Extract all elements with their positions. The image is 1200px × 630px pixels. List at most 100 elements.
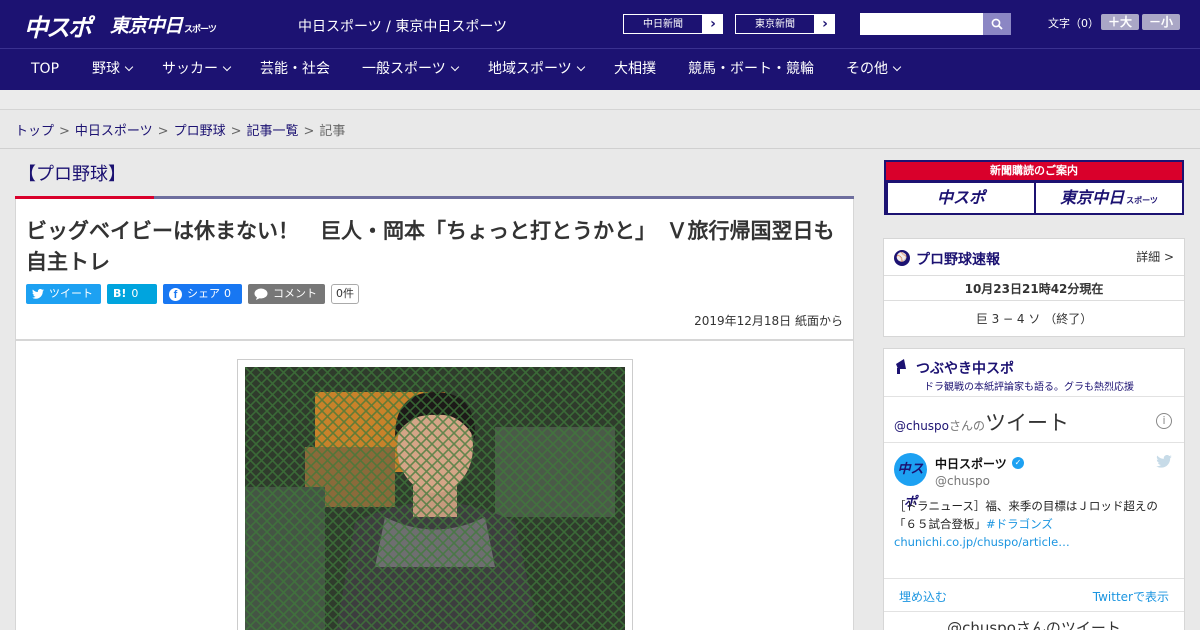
- chevron-down-icon: [222, 62, 232, 72]
- breadcrumb-separator: >: [230, 124, 242, 139]
- tweet-hashtag[interactable]: #ドラゴンズ: [986, 517, 1053, 531]
- nav-item-top[interactable]: TOP: [31, 49, 59, 90]
- baseball-score-widget: ⚾ プロ野球速報 詳細 > 10月23日21時42分現在 巨 3 − 4 ソ （…: [883, 238, 1185, 337]
- nav-item-entertainment[interactable]: 芸能・社会: [260, 49, 330, 90]
- chevron-down-icon: [892, 62, 902, 72]
- site-name-link[interactable]: 中日スポーツ / 東京中日スポーツ: [298, 16, 507, 36]
- breadcrumb-link-pro-baseball[interactable]: プロ野球: [174, 124, 226, 139]
- chevron-right-icon: ›: [710, 16, 716, 32]
- search-icon: [991, 18, 1003, 30]
- divider: [884, 275, 1184, 276]
- comment-count: 0件: [331, 284, 359, 304]
- baseball-icon: ⚾: [894, 250, 910, 266]
- timeline-handle[interactable]: @chuspo: [894, 419, 949, 433]
- nav-item-other[interactable]: その他: [846, 49, 902, 90]
- comment-button[interactable]: コメント: [248, 284, 325, 304]
- search-input[interactable]: [860, 13, 983, 35]
- tokyo-chunichi-logo-sub: スポーツ: [184, 25, 217, 35]
- chunichi-shimbun-label: 中日新聞: [623, 14, 703, 34]
- divider: [0, 148, 1200, 149]
- tokyo-chunichi-logo-text: 東京中日: [110, 15, 183, 37]
- tsubuyaki-widget: つぶやき中スポ ドラ観戦の本紙評論家も語る。グラも熱烈応援 @chuspoさんの…: [883, 348, 1185, 630]
- main-nav: TOP 野球 サッカー 芸能・社会 一般スポーツ 地域スポーツ 大相撲 競馬・ボ…: [0, 48, 1200, 90]
- divider: [884, 442, 1184, 443]
- facebook-icon: f: [169, 287, 182, 301]
- subscription-banner[interactable]: 新聞購読のご案内 中スポ 東京中日 スポーツ: [884, 160, 1184, 215]
- nav-item-sumo[interactable]: 大相撲: [614, 49, 656, 90]
- timeline-footer[interactable]: @chuspoさんのツイート: [884, 617, 1184, 630]
- subscribe-tokyo-chunichi-label: 東京中日: [1060, 188, 1125, 207]
- breadcrumb-link-top[interactable]: トップ: [15, 124, 54, 139]
- subscription-banner-title: 新聞購読のご案内: [886, 162, 1182, 180]
- info-icon[interactable]: i: [1156, 413, 1172, 429]
- hatena-bookmark-button[interactable]: B! 0: [107, 284, 157, 304]
- subscribe-tokyo-chunichi-sub: スポーツ: [1126, 196, 1158, 205]
- nav-item-label: 競馬・ボート・競輪: [688, 61, 814, 77]
- tweet-text: ［ドラニュース］福、来季の目標はＪロッド超えの「６５試合登板」#ドラゴンズ ch…: [894, 497, 1179, 551]
- nav-item-racing[interactable]: 競馬・ボート・競輪: [688, 49, 814, 90]
- nav-item-label: サッカー: [162, 61, 218, 77]
- nav-item-label: TOP: [31, 61, 60, 77]
- score-result[interactable]: 巨 3 − 4 ソ （終了）: [884, 310, 1184, 327]
- top-header: 中スポ 東京中日 スポーツ 中日スポーツ / 東京中日スポーツ 中日新聞 › 東京…: [0, 0, 1200, 48]
- divider: [884, 396, 1184, 397]
- tokyo-shimbun-label: 東京新聞: [735, 14, 815, 34]
- nav-item-label: 芸能・社会: [260, 61, 330, 77]
- nav-item-label: 一般スポーツ: [362, 61, 446, 77]
- nav-item-label: 大相撲: [614, 61, 656, 77]
- breadcrumb-link-chuspo[interactable]: 中日スポーツ: [75, 124, 153, 139]
- article-photo[interactable]: [245, 367, 625, 630]
- nav-item-label: 地域スポーツ: [488, 61, 572, 77]
- nav-item-general-sports[interactable]: 一般スポーツ: [362, 49, 459, 90]
- nav-item-baseball[interactable]: 野球: [92, 49, 134, 90]
- hatena-count: 0: [131, 287, 139, 300]
- divider: [884, 611, 1184, 612]
- tokyo-shimbun-link[interactable]: 東京新聞 ›: [734, 13, 836, 35]
- nav-item-label: その他: [846, 61, 888, 77]
- tweet-link[interactable]: chunichi.co.jp/chuspo/article…: [894, 535, 1070, 549]
- timeline-title: ツイート: [985, 411, 1070, 435]
- article-headline: ビッグベイビーは休まない！ 巨人・岡本「ちょっと打とうかと」 Ｖ旅行帰国翌日も自…: [26, 219, 835, 274]
- tokyo-chunichi-logo[interactable]: 東京中日 スポーツ: [110, 11, 217, 38]
- nav-item-local-sports[interactable]: 地域スポーツ: [488, 49, 585, 90]
- breadcrumb: トップ > 中日スポーツ > プロ野球 > 記事一覧 > 記事: [15, 120, 345, 139]
- chevron-down-icon: [450, 62, 459, 72]
- score-widget-title: プロ野球速報: [916, 252, 1000, 268]
- hatena-icon: B!: [113, 287, 127, 300]
- font-size-decrease-button[interactable]: －小: [1142, 14, 1180, 30]
- score-detail-link[interactable]: 詳細 >: [1136, 248, 1174, 265]
- verified-badge-icon: ✓: [1012, 457, 1024, 469]
- timeline-header: @chuspoさんのツイート: [894, 407, 1069, 437]
- chuspo-avatar[interactable]: 中スポ: [894, 453, 927, 510]
- score-timestamp: 10月23日21時42分現在: [964, 282, 1104, 296]
- breadcrumb-separator: >: [59, 124, 70, 139]
- tsubuyaki-subtitle: ドラ観戦の本紙評論家も語る。グラも熱烈応援: [924, 382, 1134, 393]
- timeline-suffix: さんの: [949, 419, 986, 433]
- tweet-author[interactable]: 中日スポーツ: [935, 455, 1007, 472]
- twitter-bird-icon: [32, 289, 44, 299]
- breadcrumb-separator: >: [157, 124, 169, 139]
- embed-link[interactable]: 埋め込む: [899, 588, 947, 605]
- font-size-increase-button[interactable]: ＋大: [1101, 14, 1139, 30]
- facebook-share-button[interactable]: f シェア 0: [163, 284, 242, 304]
- subscribe-chuspo-link[interactable]: 中スポ: [888, 183, 1034, 213]
- search-button[interactable]: [983, 13, 1011, 35]
- divider: [884, 578, 1184, 579]
- breadcrumb-link-article-list[interactable]: 記事一覧: [247, 124, 299, 139]
- chuspo-logo[interactable]: 中スポ: [24, 8, 92, 43]
- nav-item-soccer[interactable]: サッカー: [162, 49, 232, 90]
- chunichi-shimbun-link[interactable]: 中日新聞 ›: [622, 13, 724, 35]
- tweet-share-button[interactable]: ツイート: [26, 284, 101, 304]
- twitter-bird-icon: [1156, 455, 1172, 468]
- tweet-handle[interactable]: @chuspo: [935, 474, 990, 488]
- tweet-share-label: ツイート: [49, 287, 93, 300]
- breadcrumb-separator: >: [303, 124, 315, 139]
- subscribe-tokyo-chunichi-link[interactable]: 東京中日 スポーツ: [1036, 183, 1182, 213]
- view-on-twitter-link[interactable]: Twitterで表示: [1093, 588, 1169, 605]
- player-photo-image: [245, 367, 625, 630]
- chevron-down-icon: [124, 62, 134, 72]
- font-size-label: 文字（0）: [1048, 17, 1099, 30]
- chevron-right-icon: ›: [822, 16, 828, 32]
- nav-item-label: 野球: [92, 61, 120, 77]
- chevron-down-icon: [576, 62, 585, 72]
